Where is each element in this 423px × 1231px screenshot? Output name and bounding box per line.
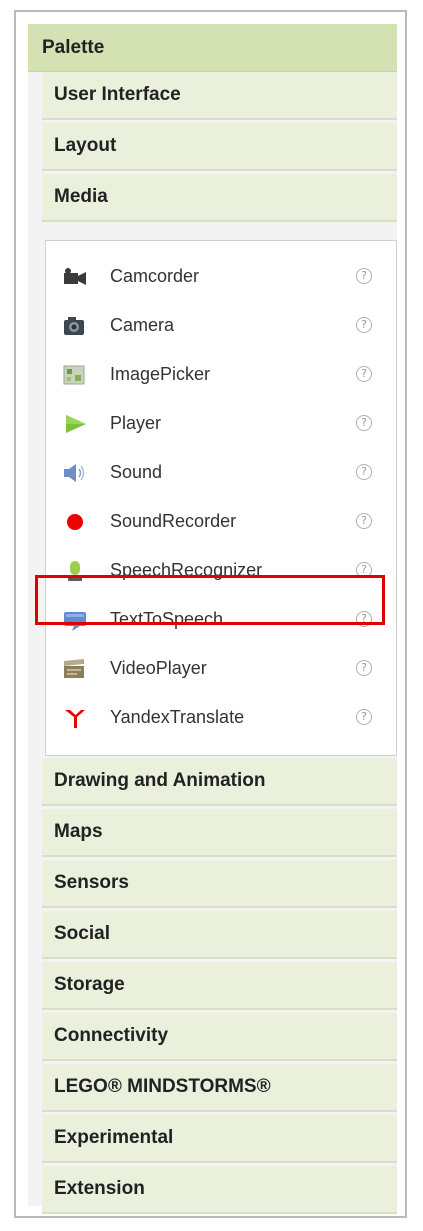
media-component-list: Camcorder ? Camera ? ImagePicker ? Playe… <box>45 240 397 756</box>
camcorder-icon <box>62 265 88 289</box>
category-social[interactable]: Social <box>42 911 397 959</box>
help-icon[interactable]: ? <box>356 464 372 480</box>
help-icon[interactable]: ? <box>356 611 372 627</box>
palette-panel: Palette User Interface Layout Media Camc… <box>14 10 407 1218</box>
component-sound[interactable]: Sound ? <box>46 453 396 493</box>
component-player[interactable]: Player ? <box>46 404 396 444</box>
help-icon[interactable]: ? <box>356 366 372 382</box>
help-icon[interactable]: ? <box>356 268 372 284</box>
category-maps[interactable]: Maps <box>42 809 397 857</box>
sound-icon <box>62 461 88 485</box>
help-icon[interactable]: ? <box>356 709 372 725</box>
component-speechrecognizer[interactable]: SpeechRecognizer ? <box>46 551 396 591</box>
help-icon[interactable]: ? <box>356 562 372 578</box>
category-connectivity[interactable]: Connectivity <box>42 1013 397 1061</box>
player-icon <box>62 412 88 436</box>
component-yandextranslate[interactable]: YandexTranslate ? <box>46 698 396 738</box>
speech-recognizer-icon <box>62 559 88 583</box>
yandex-translate-icon <box>62 706 88 730</box>
help-icon[interactable]: ? <box>356 415 372 431</box>
help-icon[interactable]: ? <box>356 513 372 529</box>
video-player-icon <box>62 657 88 681</box>
component-camcorder[interactable]: Camcorder ? <box>46 257 396 297</box>
category-extension[interactable]: Extension <box>42 1166 397 1214</box>
sound-recorder-icon <box>62 510 88 534</box>
image-picker-icon <box>62 363 88 387</box>
category-drawing-and-animation[interactable]: Drawing and Animation <box>42 758 397 806</box>
category-media[interactable]: Media <box>42 174 397 222</box>
palette-body: Palette User Interface Layout Media Camc… <box>28 24 397 1214</box>
camera-icon <box>62 314 88 338</box>
category-lego-mindstorms[interactable]: LEGO® MINDSTORMS® <box>42 1064 397 1112</box>
category-sensors[interactable]: Sensors <box>42 860 397 908</box>
category-storage[interactable]: Storage <box>42 962 397 1010</box>
component-soundrecorder[interactable]: SoundRecorder ? <box>46 502 396 542</box>
component-imagepicker[interactable]: ImagePicker ? <box>46 355 396 395</box>
category-layout[interactable]: Layout <box>42 123 397 171</box>
category-experimental[interactable]: Experimental <box>42 1115 397 1163</box>
help-icon[interactable]: ? <box>356 317 372 333</box>
component-videoplayer[interactable]: VideoPlayer ? <box>46 649 396 689</box>
palette-title: Palette <box>28 24 397 72</box>
category-user-interface[interactable]: User Interface <box>42 72 397 120</box>
component-texttospeech[interactable]: TextToSpeech ? <box>46 600 396 640</box>
component-camera[interactable]: Camera ? <box>46 306 396 346</box>
help-icon[interactable]: ? <box>356 660 372 676</box>
text-to-speech-icon <box>62 608 88 632</box>
